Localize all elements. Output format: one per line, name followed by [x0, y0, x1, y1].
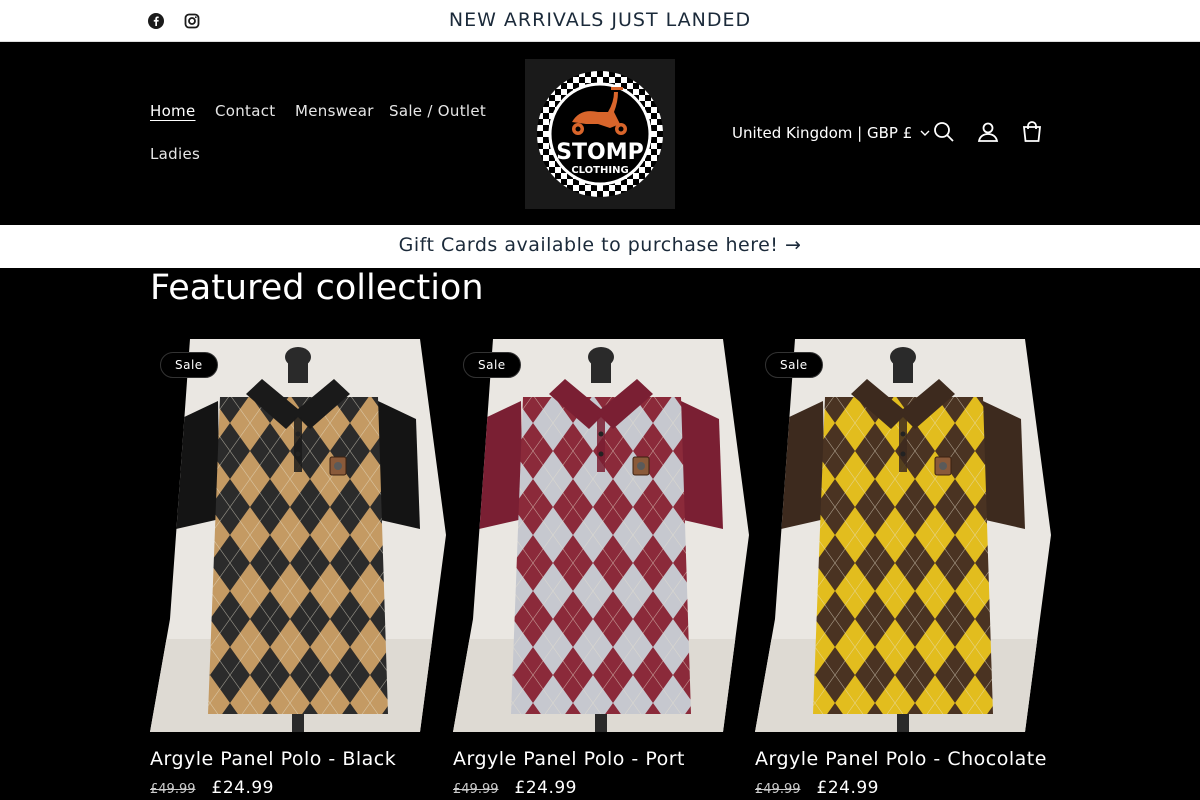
sale-price: £24.99 [514, 778, 577, 798]
regular-price: £49.99 [150, 782, 196, 797]
chevron-down-icon [920, 130, 930, 136]
store-logo[interactable]: STOMP CLOTHING [525, 59, 675, 209]
sale-badge: Sale [463, 352, 521, 378]
country-label: United Kingdom | GBP £ [732, 124, 913, 142]
sale-badge: Sale [160, 352, 218, 378]
nav-ladies[interactable]: Ladies [150, 145, 200, 163]
regular-price: £49.99 [453, 782, 499, 797]
product-price: £49.99 £24.99 [755, 778, 1051, 798]
product-price: £49.99 £24.99 [150, 778, 446, 798]
logo-text-stomp: STOMP [556, 140, 644, 165]
product-title[interactable]: Argyle Panel Polo - Chocolate [755, 748, 1051, 770]
product-title[interactable]: Argyle Panel Polo - Port [453, 748, 749, 770]
product-image[interactable]: Sale [755, 339, 1051, 732]
announcement-text: NEW ARRIVALS JUST LANDED [448, 9, 752, 31]
nav-menswear[interactable]: Menswear [295, 102, 374, 120]
gift-card-banner[interactable]: Gift Cards available to purchase here! → [0, 225, 1200, 268]
sale-badge: Sale [765, 352, 823, 378]
announcement-bar: NEW ARRIVALS JUST LANDED [0, 0, 1200, 42]
nav-sale-outlet[interactable]: Sale / Outlet [389, 102, 486, 120]
sale-price: £24.99 [816, 778, 879, 798]
country-selector[interactable]: United Kingdom | GBP £ [732, 124, 930, 142]
product-card[interactable]: Sale Argyle Panel Polo - Port £49.99 £24… [453, 339, 749, 798]
regular-price: £49.99 [755, 782, 801, 797]
logo-text-clothing: CLOTHING [571, 165, 628, 176]
cart-icon[interactable] [1019, 119, 1045, 145]
product-title[interactable]: Argyle Panel Polo - Black [150, 748, 446, 770]
product-image[interactable]: Sale [453, 339, 749, 732]
product-image[interactable]: Sale [150, 339, 446, 732]
product-card[interactable]: Sale Argyle Panel Polo - Chocolate £49.9… [755, 339, 1051, 798]
nav-home[interactable]: Home [150, 102, 196, 120]
logo-graphic: STOMP CLOTHING [537, 71, 663, 197]
product-card[interactable]: Sale Argyle Panel Polo - Black £49.99 £2… [150, 339, 446, 798]
section-title: Featured collection [150, 268, 484, 308]
site-header: Home Contact Menswear Sale / Outlet Ladi… [0, 42, 1200, 225]
sale-price: £24.99 [211, 778, 274, 798]
product-price: £49.99 £24.99 [453, 778, 749, 798]
nav-contact[interactable]: Contact [215, 102, 275, 120]
account-icon[interactable] [975, 119, 1001, 145]
search-icon[interactable] [931, 119, 957, 145]
